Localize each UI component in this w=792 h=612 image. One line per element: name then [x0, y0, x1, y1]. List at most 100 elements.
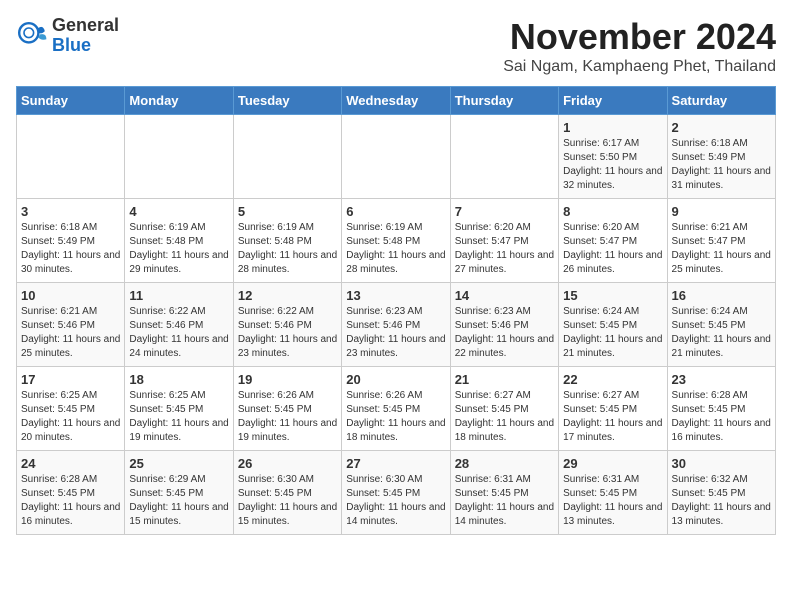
calendar-cell: 21 Sunrise: 6:27 AM Sunset: 5:45 PM Dayli… — [450, 367, 558, 451]
day-info: Sunrise: 6:18 AM Sunset: 5:49 PM Dayligh… — [21, 221, 120, 277]
day-info: Sunrise: 6:28 AM Sunset: 5:45 PM Dayligh… — [21, 473, 120, 529]
calendar-cell: 23 Sunrise: 6:28 AM Sunset: 5:45 PM Dayli… — [667, 367, 775, 451]
calendar-cell: 22Sunrise: 6:27 AM Sunset: 5:45 PM Dayli… — [559, 367, 667, 451]
calendar-cell: 28 Sunrise: 6:31 AM Sunset: 5:45 PM Dayli… — [450, 451, 558, 535]
calendar-cell: 11Sunrise: 6:22 AM Sunset: 5:46 PM Dayli… — [125, 283, 233, 367]
calendar-cell: 20Sunrise: 6:26 AM Sunset: 5:45 PM Dayli… — [342, 367, 450, 451]
day-number: 10 — [21, 288, 120, 303]
day-number: 26 — [238, 456, 337, 471]
page-title: November 2024 — [503, 16, 776, 58]
day-info: Sunrise: 6:23 AM Sunset: 5:46 PM Dayligh… — [455, 305, 554, 361]
day-info: Sunrise: 6:17 AM Sunset: 5:50 PM Dayligh… — [563, 137, 662, 193]
logo-icon — [16, 20, 48, 52]
day-number: 13 — [346, 288, 445, 303]
calendar-cell: 25Sunrise: 6:29 AM Sunset: 5:45 PM Dayli… — [125, 451, 233, 535]
calendar-cell: 9 Sunrise: 6:21 AM Sunset: 5:47 PM Daylig… — [667, 199, 775, 283]
day-number: 21 — [455, 372, 554, 387]
weekday-header-thursday: Thursday — [450, 87, 558, 115]
page-subtitle: Sai Ngam, Kamphaeng Phet, Thailand — [503, 58, 776, 76]
calendar-week-4: 17 Sunrise: 6:25 AM Sunset: 5:45 PM Dayli… — [17, 367, 776, 451]
day-info: Sunrise: 6:31 AM Sunset: 5:45 PM Dayligh… — [563, 473, 662, 529]
weekday-header-saturday: Saturday — [667, 87, 775, 115]
calendar-cell: 29 Sunrise: 6:31 AM Sunset: 5:45 PM Dayli… — [559, 451, 667, 535]
day-number: 17 — [21, 372, 120, 387]
calendar-cell: 1 Sunrise: 6:17 AM Sunset: 5:50 PM Daylig… — [559, 115, 667, 199]
day-number: 19 — [238, 372, 337, 387]
calendar-cell: 5Sunrise: 6:19 AM Sunset: 5:48 PM Daylig… — [233, 199, 341, 283]
page-header: General Blue November 2024 Sai Ngam, Kam… — [16, 16, 776, 76]
day-info: Sunrise: 6:25 AM Sunset: 5:45 PM Dayligh… — [129, 389, 228, 445]
day-info: Sunrise: 6:27 AM Sunset: 5:45 PM Dayligh… — [455, 389, 554, 445]
title-block: November 2024 Sai Ngam, Kamphaeng Phet, … — [503, 16, 776, 76]
day-number: 7 — [455, 204, 554, 219]
day-number: 18 — [129, 372, 228, 387]
day-info: Sunrise: 6:21 AM Sunset: 5:47 PM Dayligh… — [672, 221, 771, 277]
day-info: Sunrise: 6:22 AM Sunset: 5:46 PM Dayligh… — [238, 305, 337, 361]
day-number: 14 — [455, 288, 554, 303]
calendar-table: SundayMondayTuesdayWednesdayThursdayFrid… — [16, 86, 776, 535]
day-number: 8 — [563, 204, 662, 219]
day-number: 25 — [129, 456, 228, 471]
day-info: Sunrise: 6:32 AM Sunset: 5:45 PM Dayligh… — [672, 473, 771, 529]
day-number: 24 — [21, 456, 120, 471]
logo-text: General Blue — [52, 16, 119, 56]
weekday-header-tuesday: Tuesday — [233, 87, 341, 115]
day-info: Sunrise: 6:18 AM Sunset: 5:49 PM Dayligh… — [672, 137, 771, 193]
day-info: Sunrise: 6:19 AM Sunset: 5:48 PM Dayligh… — [346, 221, 445, 277]
calendar-cell: 14 Sunrise: 6:23 AM Sunset: 5:46 PM Dayli… — [450, 283, 558, 367]
calendar-week-5: 24 Sunrise: 6:28 AM Sunset: 5:45 PM Dayli… — [17, 451, 776, 535]
weekday-header-sunday: Sunday — [17, 87, 125, 115]
calendar-cell — [17, 115, 125, 199]
calendar-cell — [450, 115, 558, 199]
day-number: 9 — [672, 204, 771, 219]
day-info: Sunrise: 6:27 AM Sunset: 5:45 PM Dayligh… — [563, 389, 662, 445]
day-number: 1 — [563, 120, 662, 135]
weekday-header-wednesday: Wednesday — [342, 87, 450, 115]
day-info: Sunrise: 6:30 AM Sunset: 5:45 PM Dayligh… — [346, 473, 445, 529]
calendar-cell: 8Sunrise: 6:20 AM Sunset: 5:47 PM Daylig… — [559, 199, 667, 283]
calendar-cell: 27 Sunrise: 6:30 AM Sunset: 5:45 PM Dayli… — [342, 451, 450, 535]
day-info: Sunrise: 6:28 AM Sunset: 5:45 PM Dayligh… — [672, 389, 771, 445]
day-number: 30 — [672, 456, 771, 471]
weekday-header-friday: Friday — [559, 87, 667, 115]
day-info: Sunrise: 6:31 AM Sunset: 5:45 PM Dayligh… — [455, 473, 554, 529]
weekday-header-monday: Monday — [125, 87, 233, 115]
calendar-cell: 15Sunrise: 6:24 AM Sunset: 5:45 PM Dayli… — [559, 283, 667, 367]
calendar-cell — [125, 115, 233, 199]
day-number: 5 — [238, 204, 337, 219]
day-info: Sunrise: 6:23 AM Sunset: 5:46 PM Dayligh… — [346, 305, 445, 361]
day-number: 28 — [455, 456, 554, 471]
day-info: Sunrise: 6:21 AM Sunset: 5:46 PM Dayligh… — [21, 305, 120, 361]
calendar-cell: 6 Sunrise: 6:19 AM Sunset: 5:48 PM Daylig… — [342, 199, 450, 283]
calendar-cell: 2 Sunrise: 6:18 AM Sunset: 5:49 PM Daylig… — [667, 115, 775, 199]
day-number: 2 — [672, 120, 771, 135]
day-info: Sunrise: 6:25 AM Sunset: 5:45 PM Dayligh… — [21, 389, 120, 445]
day-number: 3 — [21, 204, 120, 219]
day-number: 16 — [672, 288, 771, 303]
calendar-cell: 30 Sunrise: 6:32 AM Sunset: 5:45 PM Dayli… — [667, 451, 775, 535]
calendar-cell — [233, 115, 341, 199]
calendar-cell: 7Sunrise: 6:20 AM Sunset: 5:47 PM Daylig… — [450, 199, 558, 283]
day-number: 12 — [238, 288, 337, 303]
calendar-cell — [342, 115, 450, 199]
day-number: 6 — [346, 204, 445, 219]
calendar-week-3: 10 Sunrise: 6:21 AM Sunset: 5:46 PM Dayli… — [17, 283, 776, 367]
day-number: 4 — [129, 204, 228, 219]
day-number: 29 — [563, 456, 662, 471]
day-number: 23 — [672, 372, 771, 387]
calendar-cell: 18 Sunrise: 6:25 AM Sunset: 5:45 PM Dayli… — [125, 367, 233, 451]
calendar-cell: 13 Sunrise: 6:23 AM Sunset: 5:46 PM Dayli… — [342, 283, 450, 367]
weekday-row: SundayMondayTuesdayWednesdayThursdayFrid… — [17, 87, 776, 115]
day-info: Sunrise: 6:24 AM Sunset: 5:45 PM Dayligh… — [563, 305, 662, 361]
calendar-cell: 10 Sunrise: 6:21 AM Sunset: 5:46 PM Dayli… — [17, 283, 125, 367]
day-number: 27 — [346, 456, 445, 471]
calendar-header: SundayMondayTuesdayWednesdayThursdayFrid… — [17, 87, 776, 115]
calendar-cell: 19Sunrise: 6:26 AM Sunset: 5:45 PM Dayli… — [233, 367, 341, 451]
day-info: Sunrise: 6:24 AM Sunset: 5:45 PM Dayligh… — [672, 305, 771, 361]
day-info: Sunrise: 6:22 AM Sunset: 5:46 PM Dayligh… — [129, 305, 228, 361]
logo: General Blue — [16, 16, 119, 56]
calendar-week-1: 1 Sunrise: 6:17 AM Sunset: 5:50 PM Daylig… — [17, 115, 776, 199]
calendar-cell: 17 Sunrise: 6:25 AM Sunset: 5:45 PM Dayli… — [17, 367, 125, 451]
calendar-cell: 12 Sunrise: 6:22 AM Sunset: 5:46 PM Dayli… — [233, 283, 341, 367]
day-info: Sunrise: 6:26 AM Sunset: 5:45 PM Dayligh… — [346, 389, 445, 445]
